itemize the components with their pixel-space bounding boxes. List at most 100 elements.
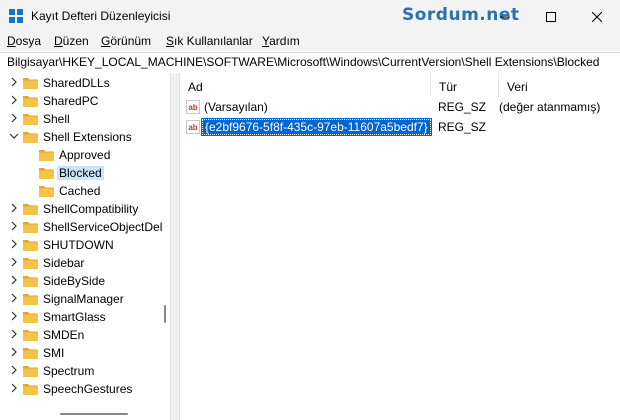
menu-yardim[interactable]: Yardım	[262, 34, 300, 48]
tree-item-label: Blocked	[57, 166, 104, 180]
tree-item[interactable]: Cached	[0, 182, 170, 200]
value-row[interactable]: ab {e2bf9676-5f8f-435c-97eb-11607a5bedf7}…	[180, 118, 620, 137]
chevron-right-icon[interactable]	[9, 95, 19, 105]
menu-duzen[interactable]: Düzen	[54, 34, 89, 48]
tree-item-label: Sidebar	[43, 256, 85, 270]
tree-item-label: SMI	[43, 346, 65, 360]
tree-item-label: SharedDLLs	[43, 76, 110, 90]
folder-icon	[23, 330, 38, 341]
tree-horizontal-scrollbar[interactable]	[0, 408, 170, 420]
folder-icon	[23, 78, 38, 89]
tree-item[interactable]: ShellServiceObjectDel	[0, 218, 170, 236]
tree-horizontal-scroll-thumb[interactable]	[60, 413, 128, 415]
chevron-down-icon[interactable]	[9, 131, 19, 141]
folder-icon	[23, 132, 38, 143]
tree-item[interactable]: ShellCompatibility	[0, 200, 170, 218]
tree-item-label: SharedPC	[43, 94, 99, 108]
chevron-right-icon[interactable]	[9, 203, 19, 213]
chevron-right-icon[interactable]	[9, 275, 19, 285]
chevron-right-icon[interactable]	[9, 77, 19, 87]
minimize-button[interactable]	[482, 0, 528, 33]
string-value-icon: ab	[186, 100, 200, 114]
chevron-right-icon[interactable]	[9, 365, 19, 375]
key-tree[interactable]: SharedDLLs SharedPC Shell Shell Extensions A…	[0, 73, 170, 420]
tree-item[interactable]: SHUTDOWN	[0, 236, 170, 254]
tree-item-label: SMDEn	[43, 328, 85, 342]
menu-dosya[interactable]: Dosya	[7, 34, 41, 48]
chevron-right-icon[interactable]	[9, 311, 19, 321]
address-path[interactable]: Bilgisayar\HKEY_LOCAL_MACHINE\SOFTWARE\M…	[7, 55, 599, 69]
address-bar[interactable]: Bilgisayar\HKEY_LOCAL_MACHINE\SOFTWARE\M…	[0, 52, 620, 74]
tree-vertical-scroll-thumb[interactable]	[164, 305, 166, 323]
folder-icon	[23, 258, 38, 269]
window-title: Kayıt Defteri Düzenleyicisi	[31, 9, 171, 23]
tree-item[interactable]: Shell Extensions	[0, 128, 170, 146]
folder-icon	[39, 150, 54, 161]
maximize-icon	[546, 11, 556, 22]
svg-text:ab: ab	[188, 103, 197, 112]
column-header-name[interactable]: Ad	[180, 73, 431, 97]
chevron-right-icon[interactable]	[9, 293, 19, 303]
chevron-right-icon[interactable]	[9, 239, 19, 249]
tree-item-label: ShellServiceObjectDel	[43, 220, 163, 234]
string-value-icon: ab	[186, 120, 200, 134]
tree-item[interactable]: SignalManager	[0, 290, 170, 308]
tree-item[interactable]: Spectrum	[0, 362, 170, 380]
tree-item-label: ShellCompatibility	[43, 202, 139, 216]
chevron-right-icon[interactable]	[9, 347, 19, 357]
minimize-icon	[500, 16, 510, 17]
value-type: REG_SZ	[438, 100, 487, 114]
folder-icon	[23, 96, 38, 107]
maximize-button[interactable]	[528, 0, 574, 33]
tree-item[interactable]: SharedPC	[0, 92, 170, 110]
value-type: REG_SZ	[438, 120, 487, 134]
column-header-type[interactable]: Tür	[431, 73, 499, 97]
tree-item-label: Spectrum	[43, 364, 95, 378]
tree-item[interactable]: Shell	[0, 110, 170, 128]
tree-vertical-scrollbar[interactable]	[159, 73, 170, 408]
menu-bar: Dosya Düzen Görünüm Sık Kullanılanlar Ya…	[0, 33, 620, 51]
tree-item[interactable]: Blocked	[0, 164, 170, 182]
folder-icon	[23, 294, 38, 305]
tree-item[interactable]: Sidebar	[0, 254, 170, 272]
folder-icon	[23, 276, 38, 287]
tree-item[interactable]: SMI	[0, 344, 170, 362]
value-name[interactable]: (Varsayılan)	[204, 100, 268, 114]
registry-editor-icon	[9, 9, 23, 23]
tree-item-label: SmartGlass	[43, 310, 106, 324]
tree-item-label: Shell	[43, 112, 70, 126]
folder-icon	[23, 222, 38, 233]
tree-item[interactable]: SideBySide	[0, 272, 170, 290]
folder-icon	[23, 240, 38, 251]
chevron-right-icon[interactable]	[9, 329, 19, 339]
pane-splitter[interactable]	[170, 73, 180, 420]
chevron-right-icon[interactable]	[9, 221, 19, 231]
values-list[interactable]: Ad Tür Veri ab (Varsayılan) REG_SZ (değer a…	[180, 73, 620, 420]
close-button[interactable]	[574, 0, 620, 33]
close-icon	[592, 11, 602, 22]
folder-icon	[23, 366, 38, 377]
tree-item[interactable]: Approved	[0, 146, 170, 164]
tree-item-label: Approved	[59, 148, 111, 162]
chevron-right-icon[interactable]	[9, 383, 19, 393]
tree-item[interactable]: SharedDLLs	[0, 74, 170, 92]
tree-item-label: SignalManager	[43, 292, 124, 306]
column-header-data[interactable]: Veri	[499, 73, 620, 97]
folder-icon	[39, 168, 54, 179]
folder-icon	[23, 348, 38, 359]
tree-item-label: SpeechGestures	[43, 382, 133, 396]
menu-gorunum[interactable]: Görünüm	[101, 34, 151, 48]
value-row[interactable]: ab (Varsayılan) REG_SZ (değer atanmamış)	[180, 98, 620, 117]
tree-item-label: SideBySide	[43, 274, 106, 288]
tree-item[interactable]: SpeechGestures	[0, 380, 170, 398]
value-name[interactable]: {e2bf9676-5f8f-435c-97eb-11607a5bedf7}	[201, 118, 432, 136]
chevron-right-icon[interactable]	[9, 113, 19, 123]
tree-item[interactable]: SMDEn	[0, 326, 170, 344]
folder-icon	[23, 312, 38, 323]
svg-text:ab: ab	[188, 123, 197, 132]
folder-icon	[23, 204, 38, 215]
value-data: (değer atanmamış)	[499, 100, 601, 114]
menu-favorites[interactable]: Sık Kullanılanlar	[166, 34, 253, 48]
tree-item[interactable]: SmartGlass	[0, 308, 170, 326]
chevron-right-icon[interactable]	[9, 257, 19, 267]
